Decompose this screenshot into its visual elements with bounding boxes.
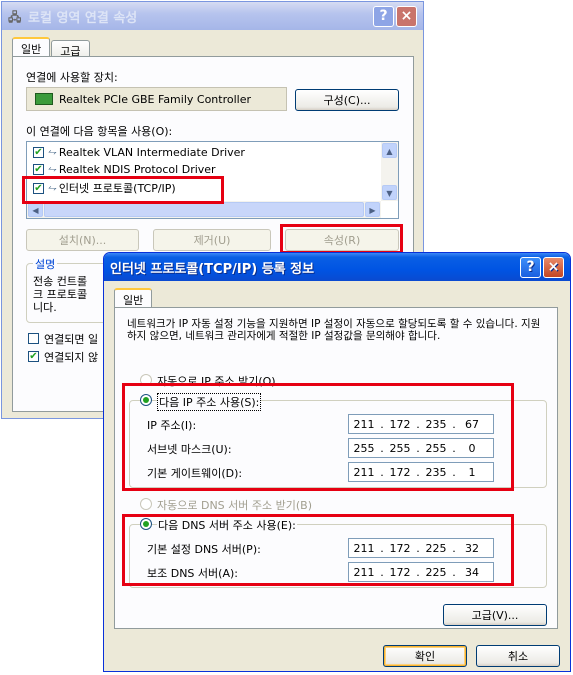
ip-octet[interactable]: 225 — [421, 566, 451, 579]
default-gateway-input[interactable]: 211. 172. 235. 1 — [348, 462, 494, 482]
scroll-thumb[interactable] — [44, 202, 364, 217]
auto-dns-label: 자동으로 DNS 서버 주소 받기(B) — [157, 499, 312, 512]
adapter-field: Realtek PCIe GBE Family Controller — [26, 87, 287, 111]
auto-dns-radio[interactable] — [140, 498, 152, 510]
scroll-right-icon[interactable]: ▶ — [365, 202, 380, 217]
ip-octet[interactable]: 172 — [385, 566, 415, 579]
protocol-icon: ⥊ — [48, 162, 57, 175]
uninstall-button[interactable]: 제거(U) — [153, 229, 271, 251]
intro-text: 네트워크가 IP 자동 설정 기능을 지원하면 IP 설정이 자동으로 할당되도… — [127, 318, 541, 342]
network-connection-icon: 🖧 — [8, 10, 22, 24]
description-group-label: 설명 — [33, 256, 58, 272]
ip-octet[interactable]: 34 — [457, 566, 487, 579]
subnet-mask-label: 서브넷 마스크(U): — [147, 443, 232, 456]
ip-octet[interactable]: 211 — [349, 418, 379, 431]
network-adapter-icon — [35, 93, 53, 105]
protocol-icon: ⥊ — [48, 145, 57, 158]
ip-octet[interactable]: 211 — [349, 466, 379, 479]
back-window-title: 로컬 영역 연결 속성 — [28, 10, 138, 26]
notify-checkbox[interactable]: ✔ — [28, 351, 39, 362]
ip-octet[interactable]: 1 — [457, 466, 487, 479]
ip-octet[interactable]: 32 — [457, 542, 487, 555]
subnet-mask-input[interactable]: 255. 255. 255. 0 — [348, 438, 494, 458]
default-gateway-label: 기본 게이트웨이(D): — [147, 467, 243, 480]
item-checkbox[interactable]: ✔ — [33, 146, 44, 158]
properties-button[interactable]: 속성(R) — [285, 229, 399, 251]
ok-button[interactable]: 확인 — [383, 645, 467, 667]
ip-address-input[interactable]: 211. 172. 235. 67 — [348, 414, 494, 434]
scroll-down-icon[interactable]: ▼ — [382, 185, 397, 200]
ip-octet[interactable]: 211 — [349, 542, 379, 555]
front-close-button[interactable]: × — [543, 256, 564, 278]
list-item-label: 인터넷 프로토콜(TCP/IP) — [58, 182, 176, 195]
front-window-title: 인터넷 프로토콜(TCP/IP) 등록 정보 — [110, 261, 315, 277]
ip-octet[interactable]: 235 — [421, 466, 451, 479]
scroll-up-icon[interactable]: ▲ — [382, 143, 397, 158]
preferred-dns-label: 기본 설정 DNS 서버(P): — [147, 543, 261, 556]
ip-octet[interactable]: 225 — [421, 542, 451, 555]
list-vertical-scrollbar[interactable]: ▲ ▼ — [381, 142, 398, 201]
preferred-dns-input[interactable]: 211. 172. 225. 32 — [348, 538, 494, 558]
ip-octet[interactable]: 255 — [349, 442, 379, 455]
ip-octet[interactable]: 67 — [457, 418, 487, 431]
front-titlebar[interactable]: 인터넷 프로토콜(TCP/IP) 등록 정보 ? × — [104, 253, 570, 281]
list-item[interactable]: ✔ ⥊ Realtek NDIS Protocol Driver — [33, 162, 216, 176]
back-help-button[interactable]: ? — [373, 5, 394, 27]
ip-octet[interactable]: 172 — [385, 418, 415, 431]
back-close-button[interactable]: × — [396, 5, 417, 27]
back-titlebar[interactable]: 🖧 로컬 영역 연결 속성 ? × — [2, 2, 423, 30]
install-button[interactable]: 설치(N)... — [26, 229, 139, 251]
connect-using-label: 연결에 사용할 장치: — [26, 71, 118, 84]
configure-button[interactable]: 구성(C)... — [295, 89, 399, 111]
auto-ip-radio[interactable] — [140, 374, 152, 386]
protocol-icon: ⥊ — [48, 181, 57, 194]
item-checkbox[interactable]: ✔ — [33, 182, 44, 194]
item-checkbox[interactable]: ✔ — [33, 163, 44, 175]
manual-ip-radio[interactable] — [140, 394, 152, 406]
ip-octet[interactable]: 172 — [385, 466, 415, 479]
tcpip-properties-window: 인터넷 프로토콜(TCP/IP) 등록 정보 ? × 일반 네트워크가 IP 자… — [103, 252, 571, 672]
ip-octet[interactable]: 255 — [421, 442, 451, 455]
show-icon-checkbox[interactable] — [28, 333, 39, 344]
notify-label: 연결되지 않 — [44, 351, 99, 364]
alternate-dns-label: 보조 DNS 서버(A): — [147, 567, 238, 580]
ip-octet[interactable]: 255 — [385, 442, 415, 455]
manual-ip-label: 다음 IP 주소 사용(S): — [157, 393, 262, 411]
ip-octet[interactable]: 211 — [349, 566, 379, 579]
scroll-left-icon[interactable]: ◀ — [28, 202, 43, 217]
list-item-label: Realtek VLAN Intermediate Driver — [58, 145, 245, 159]
front-general-panel: 네트워크가 IP 자동 설정 기능을 지원하면 IP 설정이 자동으로 할당되도… — [114, 307, 558, 629]
ip-octet[interactable]: 235 — [421, 418, 451, 431]
list-item[interactable]: ✔ ⥊ Realtek VLAN Intermediate Driver — [33, 145, 245, 159]
cancel-button[interactable]: 취소 — [476, 645, 560, 667]
alternate-dns-input[interactable]: 211. 172. 225. 34 — [348, 562, 494, 582]
ip-octet[interactable]: 0 — [457, 442, 487, 455]
components-list[interactable]: ✔ ⥊ Realtek VLAN Intermediate Driver ✔ ⥊… — [26, 141, 399, 219]
ip-octet[interactable]: 172 — [385, 542, 415, 555]
ip-address-label: IP 주소(I): — [147, 419, 197, 432]
manual-dns-radio[interactable] — [140, 518, 152, 530]
manual-dns-label: 다음 DNS 서버 주소 사용(E): — [157, 517, 297, 533]
adapter-name: Realtek PCIe GBE Family Controller — [59, 92, 252, 106]
auto-ip-label: 자동으로 IP 주소 받기(O) — [157, 375, 276, 388]
advanced-button[interactable]: 고급(V)... — [443, 604, 547, 626]
list-horizontal-scrollbar[interactable]: ◀ ▶ — [27, 201, 381, 218]
list-item[interactable]: ✔ ⥊ 인터넷 프로토콜(TCP/IP) — [33, 180, 176, 196]
show-icon-label: 연결되면 일 — [44, 333, 99, 346]
front-help-button[interactable]: ? — [520, 256, 541, 278]
items-label: 이 연결에 다음 항목을 사용(O): — [26, 125, 173, 138]
description-line: 니다. — [33, 301, 57, 314]
list-item-label: Realtek NDIS Protocol Driver — [58, 162, 216, 176]
